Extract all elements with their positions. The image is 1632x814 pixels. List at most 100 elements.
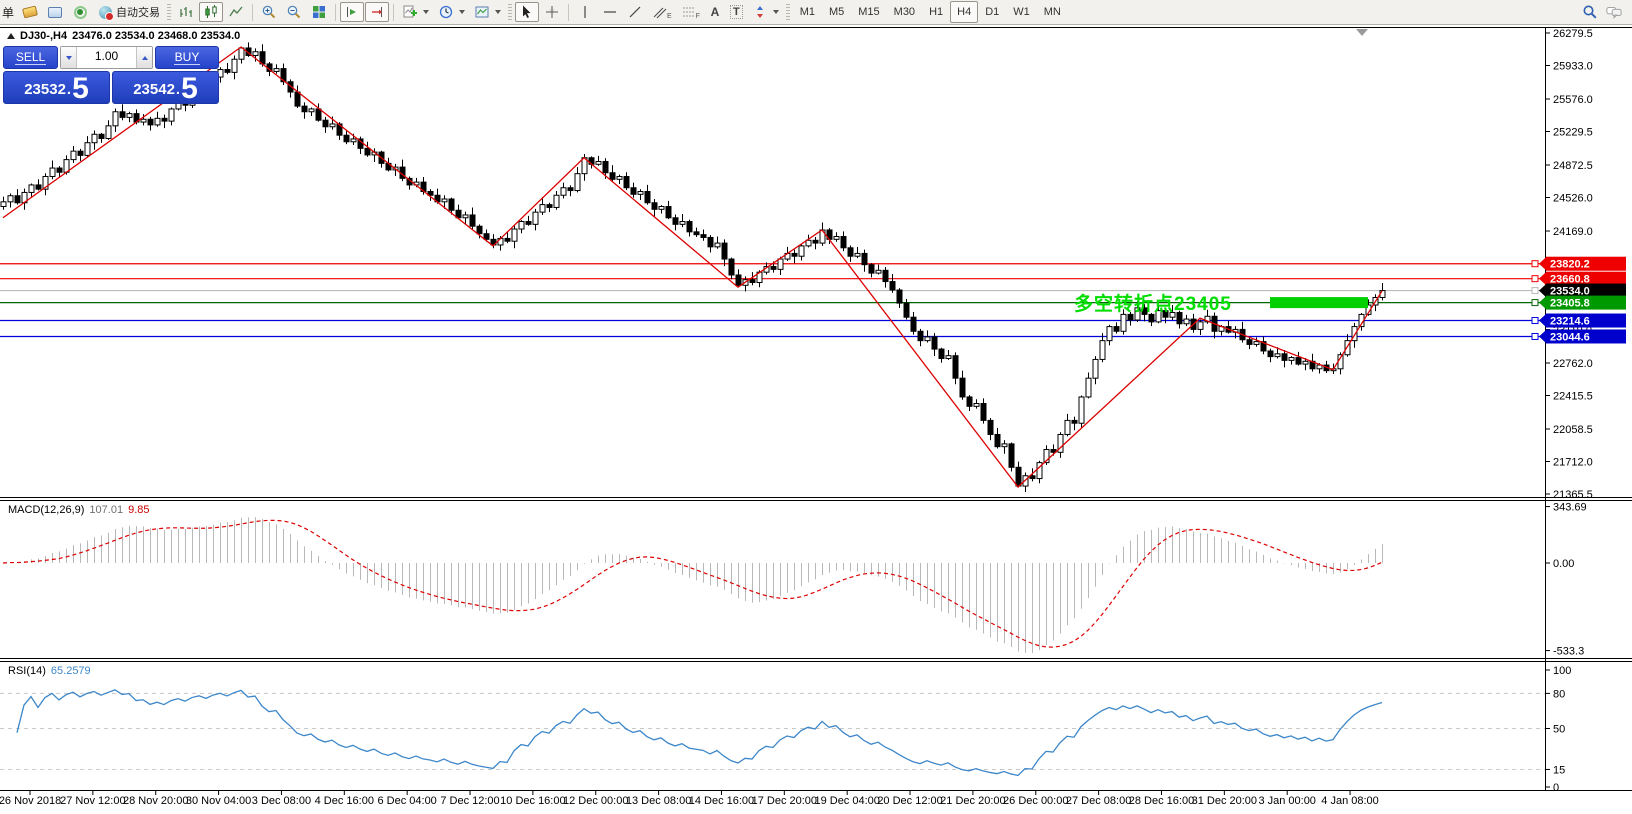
- candle-body: [1, 202, 6, 207]
- candle-body: [1247, 340, 1252, 345]
- terminal-button[interactable]: [43, 2, 67, 22]
- order-ticket-button[interactable]: [18, 2, 42, 22]
- new-order-button[interactable]: 单: [2, 4, 17, 21]
- sell-price-box[interactable]: 23532.5: [3, 71, 110, 104]
- timeframe-m1[interactable]: M1: [793, 1, 822, 23]
- sell-price-dot: .: [67, 79, 71, 101]
- templates-button[interactable]: [470, 2, 505, 22]
- timeframe-h1[interactable]: H1: [922, 1, 950, 23]
- fibonacci-tool-button[interactable]: F: [677, 2, 704, 22]
- horizontal-line-tool-button[interactable]: [598, 2, 622, 22]
- line-handle[interactable]: [1532, 261, 1538, 267]
- candle-body: [855, 253, 860, 256]
- arrows-tool-button[interactable]: [748, 2, 783, 22]
- line-handle[interactable]: [1532, 288, 1538, 294]
- timeframe-h4[interactable]: H4: [950, 1, 978, 23]
- text-tool-button[interactable]: A: [705, 2, 725, 22]
- candle-body: [519, 222, 524, 230]
- candle-body: [120, 112, 125, 118]
- line-handle[interactable]: [1532, 318, 1538, 324]
- chart-canvas[interactable]: 26279.525933.025576.025229.524872.524526…: [0, 0, 1632, 814]
- candlestick-chart-button[interactable]: [199, 2, 223, 22]
- rsi-name: RSI(14): [8, 665, 46, 677]
- candle-body: [239, 48, 244, 59]
- crosshair-tool-button[interactable]: [540, 2, 564, 22]
- zoom-out-button[interactable]: [282, 2, 306, 22]
- timeframe-mn[interactable]: MN: [1037, 1, 1068, 23]
- bar-chart-button[interactable]: [174, 2, 198, 22]
- candle-body: [316, 109, 321, 120]
- buy-price-box[interactable]: 23542.5: [112, 71, 219, 104]
- search-icon[interactable]: [1582, 4, 1598, 20]
- tile-windows-button[interactable]: [307, 2, 331, 22]
- timeframe-m15[interactable]: M15: [851, 1, 886, 23]
- candle-body: [904, 303, 909, 317]
- line-chart-button[interactable]: [224, 2, 248, 22]
- bar-chart-icon: [178, 4, 194, 20]
- line-handle[interactable]: [1532, 333, 1538, 339]
- auto-scroll-button[interactable]: [340, 2, 364, 22]
- candle-body: [1016, 467, 1021, 486]
- auto-trading-button[interactable]: 自动交易: [93, 2, 164, 22]
- candle-body: [36, 185, 41, 189]
- candle-body: [330, 124, 335, 127]
- candle-body: [659, 207, 664, 210]
- cursor-tool-button[interactable]: [515, 2, 539, 22]
- toolbar-grip: [167, 4, 171, 20]
- time-axis-label: 21 Dec 20:00: [940, 795, 1005, 807]
- line-handle[interactable]: [1532, 300, 1538, 306]
- candle-body: [708, 237, 713, 246]
- candle-body: [1296, 358, 1301, 365]
- volume-increment-button[interactable]: [136, 47, 152, 68]
- candle-body: [645, 191, 650, 202]
- candle-body: [344, 135, 349, 142]
- timeframe-m5[interactable]: M5: [822, 1, 851, 23]
- candle-body: [715, 243, 720, 247]
- collapse-triangle-icon[interactable]: [7, 33, 15, 39]
- candle-body: [946, 356, 951, 359]
- line-chart-icon: [228, 4, 244, 20]
- candle-body: [15, 196, 20, 203]
- highlight-bar[interactable]: [1270, 297, 1368, 308]
- rsi-axis-label: 100: [1553, 665, 1571, 677]
- time-axis-label: 28 Dec 16:00: [1129, 795, 1194, 807]
- candle-body: [1100, 341, 1105, 360]
- candle-body: [85, 143, 90, 156]
- volume-decrement-button[interactable]: [61, 47, 77, 68]
- candle-body: [8, 196, 13, 202]
- candle-body: [1114, 327, 1119, 332]
- sell-button[interactable]: SELL: [3, 46, 58, 69]
- chat-icon[interactable]: [1606, 4, 1622, 20]
- line-handle[interactable]: [1532, 276, 1538, 282]
- cursor-icon: [519, 4, 535, 20]
- chart-shift-button[interactable]: [365, 2, 389, 22]
- candle-body: [99, 134, 104, 138]
- timeframe-d1[interactable]: D1: [978, 1, 1006, 23]
- time-axis-label: 3 Jan 00:00: [1258, 795, 1316, 807]
- channel-tool-button[interactable]: E: [648, 2, 676, 22]
- toolbar-separator: [335, 4, 336, 21]
- candle-body: [799, 246, 804, 256]
- dropdown-caret: [423, 10, 429, 14]
- auto-trading-icon: [97, 4, 113, 20]
- text-label-tool-button[interactable]: T: [726, 2, 747, 22]
- indicators-button[interactable]: [398, 2, 433, 22]
- chart-background: [0, 26, 1632, 814]
- candle-body: [771, 267, 776, 270]
- vertical-line-tool-button[interactable]: [573, 2, 597, 22]
- macd-axis-label: 343.69: [1553, 502, 1587, 514]
- signals-button[interactable]: [68, 2, 92, 22]
- candle-body: [1086, 378, 1091, 397]
- rsi-axis-label: 50: [1553, 724, 1565, 736]
- zoom-in-button[interactable]: [257, 2, 281, 22]
- candle-body: [526, 222, 531, 225]
- rsi-axis-label: 0: [1553, 782, 1559, 794]
- volume-value[interactable]: 1.00: [77, 47, 136, 68]
- text-tool-icon: A: [711, 5, 720, 19]
- timeframe-w1[interactable]: W1: [1006, 1, 1037, 23]
- timeframe-m30[interactable]: M30: [887, 1, 922, 23]
- periods-button[interactable]: [434, 2, 469, 22]
- trendline-tool-button[interactable]: [623, 2, 647, 22]
- buy-button[interactable]: BUY: [155, 46, 219, 69]
- arrows-icon: [752, 4, 768, 20]
